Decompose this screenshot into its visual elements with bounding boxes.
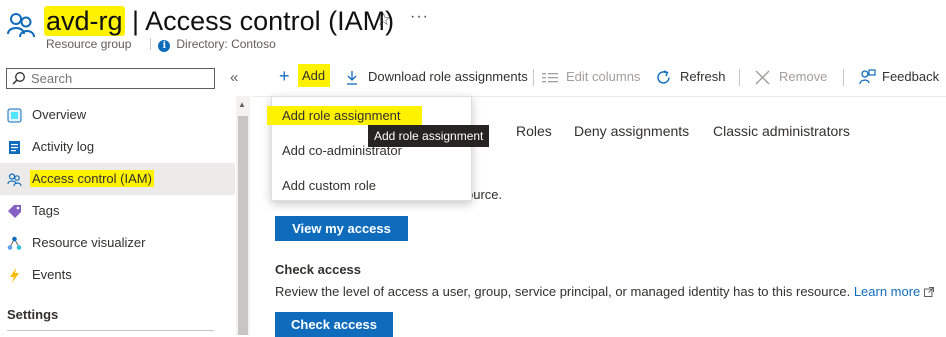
search-input[interactable]: [31, 70, 211, 87]
feedback-button[interactable]: Feedback: [882, 69, 939, 84]
add-button-label: Add: [302, 68, 326, 83]
check-access-text: Review the level of access a user, group…: [275, 284, 851, 299]
refresh-button[interactable]: Refresh: [680, 69, 726, 84]
sidebar-item-access-control[interactable]: Access control (IAM): [0, 163, 235, 195]
scrollbar-thumb[interactable]: [238, 116, 248, 335]
settings-section-heading: Settings: [7, 307, 59, 322]
check-access-heading: Check access: [275, 262, 362, 277]
tab-classic-administrators[interactable]: Classic administrators: [713, 123, 850, 139]
sidebar-item-resource-visualizer[interactable]: Resource visualizer: [0, 227, 235, 259]
title-separator: |: [132, 6, 140, 36]
toolbar-separator: [843, 69, 844, 86]
toolbar-separator: [739, 69, 740, 86]
events-icon: [10, 268, 19, 283]
info-icon: i: [158, 40, 171, 52]
refresh-icon: [657, 70, 670, 84]
edit-columns-button[interactable]: Edit columns: [566, 69, 640, 84]
check-access-button[interactable]: Check access: [275, 312, 393, 337]
scroll-up-icon[interactable]: ▲: [238, 100, 246, 109]
edit-columns-icon: [542, 73, 558, 83]
page-title-text: Access control (IAM): [145, 6, 395, 36]
tag-icon: [8, 205, 21, 218]
sidebar-item-label: Events: [32, 267, 72, 282]
tab-roles[interactable]: Roles: [516, 123, 552, 139]
sidebar-item-label: Tags: [32, 203, 60, 218]
overview-icon: [7, 108, 22, 123]
more-options-icon[interactable]: ···: [410, 8, 429, 26]
learn-more-label: Learn more: [853, 284, 921, 299]
learn-more-link[interactable]: Learn more: [854, 284, 934, 299]
external-link-icon: [923, 287, 934, 297]
collapse-sidebar-icon[interactable]: «: [230, 69, 238, 86]
resource-type: Resource group: [46, 37, 132, 51]
sidebar-item-events[interactable]: Events: [0, 259, 235, 291]
add-plus-icon: +: [279, 66, 290, 86]
iam-icon: [7, 173, 22, 187]
directory-label: Directory: Contoso: [176, 37, 276, 51]
sidebar-item-label: Resource visualizer: [32, 235, 146, 250]
sidebar-item-label: Access control (IAM): [30, 170, 154, 187]
activity-log-icon: [9, 141, 20, 154]
check-access-description: Review the level of access a user, group…: [275, 284, 934, 299]
iam-people-icon: [7, 13, 35, 38]
search-box[interactable]: [6, 68, 215, 89]
remove-x-icon: [755, 70, 770, 85]
page-subtitle: Resource group i Directory: Contoso: [46, 37, 276, 52]
tooltip: Add role assignment: [368, 125, 490, 147]
menu-item-add-role-assignment[interactable]: Add role assignment: [267, 106, 422, 125]
remove-button[interactable]: Remove: [779, 69, 827, 84]
sidebar-item-overview[interactable]: Overview: [0, 99, 235, 131]
sidebar-item-label: Overview: [32, 107, 87, 122]
page-title: avd-rg | Access control (IAM): [44, 4, 394, 38]
resource-visualizer-icon: [7, 236, 22, 250]
view-my-access-button[interactable]: View my access: [275, 216, 408, 241]
sidebar-item-label: Activity log: [32, 139, 95, 154]
sidebar-item-activity-log[interactable]: Activity log: [0, 131, 235, 163]
search-icon: [12, 72, 25, 85]
feedback-icon: [859, 69, 876, 85]
subtitle-divider: [150, 38, 152, 50]
sidebar-item-tags[interactable]: Tags: [0, 195, 235, 227]
download-icon: [347, 71, 357, 85]
toolbar-separator: [533, 69, 534, 86]
add-button[interactable]: Add: [298, 64, 331, 87]
download-role-assignments-button[interactable]: Download role assignments: [368, 69, 528, 84]
sidebar-divider: [7, 330, 214, 331]
resource-name: avd-rg: [44, 6, 125, 36]
tab-deny-assignments[interactable]: Deny assignments: [574, 123, 689, 139]
add-dropdown-menu: Add role assignment Add co-administrator…: [267, 96, 472, 201]
menu-item-add-custom-role[interactable]: Add custom role: [282, 178, 376, 193]
favorite-star-icon[interactable]: ☆: [376, 10, 391, 30]
